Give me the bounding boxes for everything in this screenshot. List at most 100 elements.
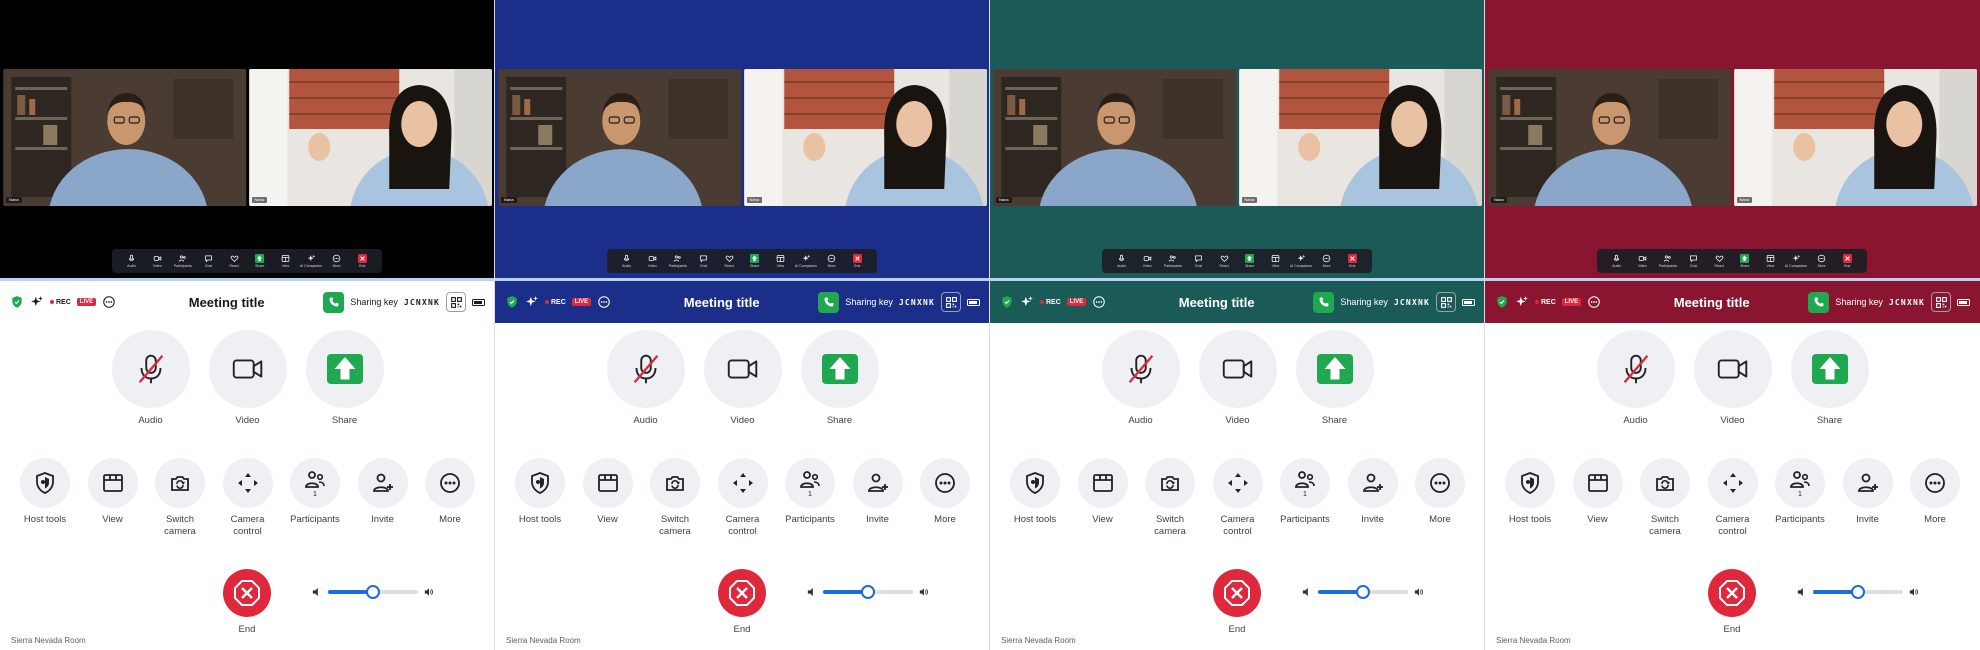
- volume-slider[interactable]: [1318, 585, 1408, 599]
- mini-react-button[interactable]: React: [719, 251, 739, 271]
- invite-circle[interactable]: [1347, 458, 1398, 508]
- mini-chat-button[interactable]: Chat: [694, 251, 714, 271]
- invite-button[interactable]: Invite: [352, 458, 414, 538]
- more-button[interactable]: More: [1904, 458, 1966, 538]
- view-button[interactable]: View: [577, 458, 639, 538]
- more-circle[interactable]: [425, 458, 475, 508]
- video-button[interactable]: Video: [703, 330, 782, 427]
- share-button-circle[interactable]: [800, 330, 879, 408]
- more-options-icon[interactable]: [1587, 295, 1601, 309]
- end-meeting-button[interactable]: End: [222, 569, 272, 636]
- video-button[interactable]: Video: [1198, 330, 1277, 427]
- mini-view-button[interactable]: View: [275, 251, 295, 271]
- mini-view-button[interactable]: View: [1760, 251, 1780, 271]
- encryption-shield-icon[interactable]: [505, 295, 519, 309]
- mini-more-button[interactable]: More: [327, 251, 347, 271]
- mini-more-button[interactable]: More: [1317, 251, 1337, 271]
- end-circle[interactable]: [1708, 569, 1756, 617]
- participants-circle[interactable]: 1: [290, 458, 340, 508]
- audio-button-circle[interactable]: [606, 330, 685, 408]
- share-button-circle[interactable]: [305, 330, 384, 408]
- encryption-shield-icon[interactable]: [1495, 295, 1509, 309]
- camera-control-circle[interactable]: [222, 458, 273, 508]
- mini-end-button[interactable]: End: [1837, 251, 1857, 271]
- participant-video-tile[interactable]: Nana: [498, 69, 742, 206]
- host-tools-button[interactable]: Host tools: [1004, 458, 1066, 538]
- mini-ai-button[interactable]: AI Companion: [300, 251, 322, 271]
- switch-camera-circle[interactable]: [1640, 458, 1690, 508]
- ai-sparkle-icon[interactable]: [30, 295, 44, 309]
- end-circle[interactable]: [223, 569, 271, 617]
- volume-thumb[interactable]: [861, 585, 875, 599]
- invite-circle[interactable]: [852, 458, 903, 508]
- volume-thumb[interactable]: [1356, 585, 1370, 599]
- participant-video-tile[interactable]: Nana: [743, 69, 988, 206]
- mini-more-button[interactable]: More: [1812, 251, 1832, 271]
- mini-end-button[interactable]: End: [847, 251, 867, 271]
- end-meeting-button[interactable]: End: [1707, 569, 1757, 636]
- video-button-circle[interactable]: [703, 330, 782, 408]
- more-circle[interactable]: [1415, 458, 1465, 508]
- ai-sparkle-icon[interactable]: [525, 295, 539, 309]
- mini-video-button[interactable]: Video: [1632, 251, 1652, 271]
- share-button[interactable]: Share: [305, 330, 384, 427]
- participants-circle[interactable]: 1: [785, 458, 835, 508]
- camera-control-button[interactable]: Camera control: [712, 458, 774, 538]
- mini-share-button[interactable]: Share: [1240, 251, 1260, 271]
- mini-video-button[interactable]: Video: [1137, 251, 1157, 271]
- audio-button-circle[interactable]: [1101, 330, 1180, 408]
- audio-button-circle[interactable]: [1596, 330, 1675, 408]
- host-tools-circle[interactable]: [1010, 458, 1060, 508]
- host-tools-circle[interactable]: [1505, 458, 1555, 508]
- mini-share-button[interactable]: Share: [745, 251, 765, 271]
- mini-video-button[interactable]: Video: [147, 251, 167, 271]
- audio-button[interactable]: Audio: [1101, 330, 1180, 427]
- view-button[interactable]: View: [82, 458, 144, 538]
- video-button-circle[interactable]: [208, 330, 287, 408]
- participant-video-tile[interactable]: Nana: [993, 69, 1237, 206]
- host-tools-circle[interactable]: [20, 458, 70, 508]
- audio-button[interactable]: Audio: [111, 330, 190, 427]
- call-share-button[interactable]: [818, 291, 840, 313]
- switch-camera-button[interactable]: Switch camera: [644, 458, 706, 538]
- camera-control-circle[interactable]: [1707, 458, 1758, 508]
- switch-camera-button[interactable]: Switch camera: [1139, 458, 1201, 538]
- switch-camera-circle[interactable]: [155, 458, 205, 508]
- call-share-button[interactable]: [1313, 291, 1335, 313]
- ai-sparkle-icon[interactable]: [1020, 295, 1034, 309]
- qr-code-button[interactable]: [941, 292, 961, 312]
- camera-control-circle[interactable]: [717, 458, 768, 508]
- switch-camera-button[interactable]: Switch camera: [149, 458, 211, 538]
- ai-sparkle-icon[interactable]: [1515, 295, 1529, 309]
- participant-video-tile[interactable]: Nana: [1733, 69, 1978, 206]
- host-tools-button[interactable]: Host tools: [509, 458, 571, 538]
- call-share-button[interactable]: [323, 291, 345, 313]
- mini-chat-button[interactable]: Chat: [1684, 251, 1704, 271]
- view-circle[interactable]: [1077, 458, 1128, 508]
- qr-code-button[interactable]: [446, 292, 466, 312]
- mini-chat-button[interactable]: Chat: [1189, 251, 1209, 271]
- video-button-circle[interactable]: [1198, 330, 1277, 408]
- view-button[interactable]: View: [1072, 458, 1134, 538]
- more-options-icon[interactable]: [1092, 295, 1106, 309]
- view-circle[interactable]: [1572, 458, 1623, 508]
- host-tools-button[interactable]: Host tools: [1499, 458, 1561, 538]
- mini-chat-button[interactable]: Chat: [199, 251, 219, 271]
- audio-button[interactable]: Audio: [606, 330, 685, 427]
- host-tools-circle[interactable]: [515, 458, 565, 508]
- view-circle[interactable]: [87, 458, 138, 508]
- volume-slider[interactable]: [823, 585, 913, 599]
- share-button-circle[interactable]: [1790, 330, 1869, 408]
- volume-slider[interactable]: [328, 585, 418, 599]
- mini-audio-button[interactable]: Audio: [1112, 251, 1132, 271]
- camera-control-button[interactable]: Camera control: [1702, 458, 1764, 538]
- more-options-icon[interactable]: [597, 295, 611, 309]
- share-button-circle[interactable]: [1295, 330, 1374, 408]
- end-meeting-button[interactable]: End: [717, 569, 767, 636]
- participant-video-tile[interactable]: Nana: [248, 69, 493, 206]
- encryption-shield-icon[interactable]: [1000, 295, 1014, 309]
- participant-video-tile[interactable]: Nana: [3, 69, 247, 206]
- host-tools-button[interactable]: Host tools: [14, 458, 76, 538]
- switch-camera-circle[interactable]: [1145, 458, 1195, 508]
- participants-button[interactable]: 1 Participants: [284, 458, 346, 538]
